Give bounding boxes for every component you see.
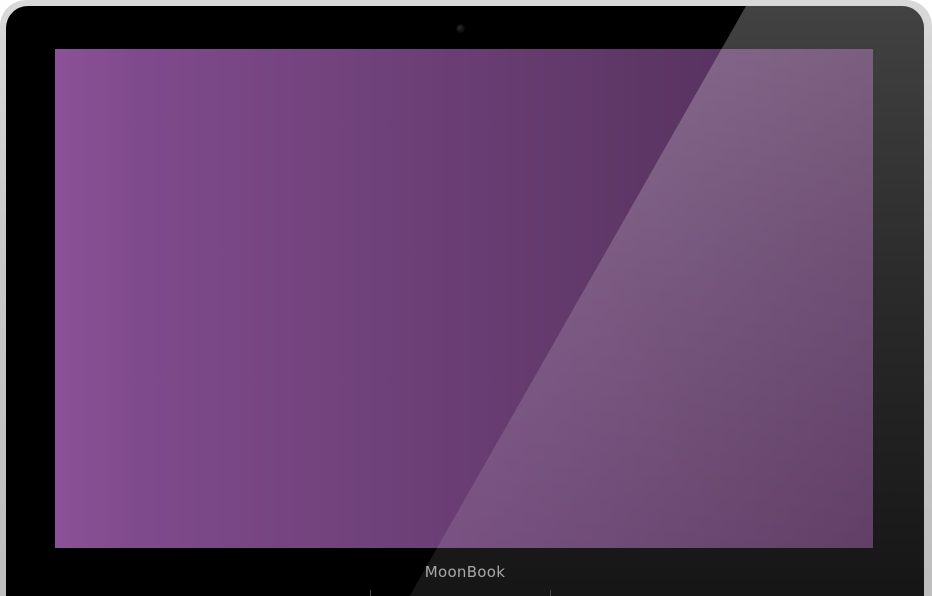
webcam-icon xyxy=(457,25,464,32)
screen-bezel: MoonBook xyxy=(6,6,924,596)
laptop-screen xyxy=(55,49,873,548)
brand-label: MoonBook xyxy=(424,563,506,581)
laptop-mockup: MoonBook xyxy=(0,0,932,596)
hinge-mark-right xyxy=(550,590,551,596)
hinge-mark-left xyxy=(370,590,371,596)
